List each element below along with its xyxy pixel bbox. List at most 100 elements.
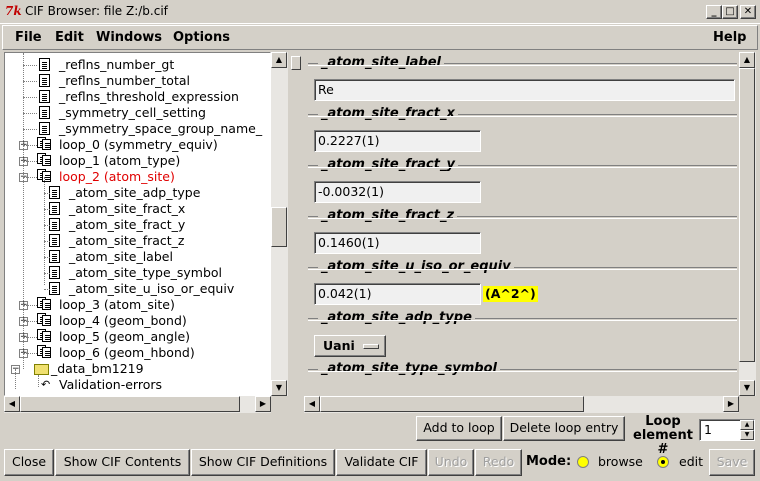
tree-item[interactable]: _symmetry_space_group_name_: [5, 121, 270, 137]
fract-x-input[interactable]: 0.2227(1): [314, 130, 481, 152]
menu-edit[interactable]: Edit: [55, 30, 84, 46]
tree-item-label[interactable]: loop_6 (geom_hbond): [59, 345, 195, 361]
tree-item-label[interactable]: loop_0 (symmetry_equiv): [59, 137, 218, 153]
tree-item[interactable]: + loop_4 (geom_bond): [5, 313, 270, 329]
undo-button[interactable]: Undo: [428, 449, 474, 476]
fields-scroll-left-button[interactable]: ◀: [304, 396, 320, 412]
tree-item-label[interactable]: loop_1 (atom_type): [59, 153, 180, 169]
tree-item-label[interactable]: _data_bm1219: [51, 361, 144, 377]
tree-horizontal-scrollbar[interactable]: ◀ ▶: [4, 396, 271, 413]
tree-connector-line: [44, 209, 50, 210]
tree-connector-line: [23, 145, 37, 146]
close-window-button[interactable]: ✕: [740, 5, 756, 19]
tree-scroll-right-button[interactable]: ▶: [255, 396, 271, 412]
tree-item[interactable]: _reflns_threshold_expression: [5, 89, 270, 105]
field-name: _atom_site_fract_z: [318, 208, 458, 224]
tree-item-label[interactable]: loop_4 (geom_bond): [59, 313, 187, 329]
tree-item[interactable]: − _data_bm1219: [5, 361, 270, 377]
menu-file[interactable]: File: [15, 30, 42, 46]
validate-cif-button[interactable]: Validate CIF: [336, 449, 427, 476]
cif-tree[interactable]: _reflns_number_gt _reflns_number_total _re…: [4, 52, 271, 396]
adp-type-option-menu[interactable]: Uani: [314, 335, 386, 357]
tree-item-label[interactable]: Validation-errors: [59, 377, 162, 393]
edit-radio-label[interactable]: edit: [679, 454, 703, 470]
tree-scroll-up-button[interactable]: ▲: [271, 52, 287, 68]
spin-down-button[interactable]: ▼: [740, 430, 754, 440]
fields-scroll-down-button[interactable]: ▼: [739, 380, 755, 396]
tree-item-label[interactable]: _reflns_number_gt: [59, 57, 174, 73]
tree-item[interactable]: + loop_3 (atom_site): [5, 297, 270, 313]
tree-item-label[interactable]: _atom_site_adp_type: [69, 185, 200, 201]
menu-help[interactable]: Help: [713, 30, 746, 46]
redo-button[interactable]: Redo: [475, 449, 522, 476]
tree-connector-line: [23, 305, 37, 306]
edit-radio[interactable]: [657, 456, 669, 468]
fract-z-input[interactable]: 0.1460(1): [314, 232, 481, 254]
tk-logo-icon: 7k: [5, 4, 22, 18]
fields-hscroll-thumb[interactable]: [320, 396, 584, 412]
field-name: _atom_site_type_symbol: [318, 361, 500, 377]
add-to-loop-button[interactable]: Add to loop: [416, 416, 502, 441]
tree-item-label[interactable]: loop_3 (atom_site): [59, 297, 175, 313]
tree-item[interactable]: _reflns_number_gt: [5, 57, 270, 73]
title-bar[interactable]: 7k CIF Browser: file Z:/b.cif _ □ ✕: [0, 0, 760, 24]
field-group-type-symbol: _atom_site_type_symbol: [308, 361, 737, 396]
close-button[interactable]: Close: [4, 449, 54, 476]
tree-item[interactable]: + loop_0 (symmetry_equiv): [5, 137, 270, 153]
tree-scroll-down-button[interactable]: ▼: [271, 380, 287, 396]
tree-item-label[interactable]: loop_5 (geom_angle): [59, 329, 190, 345]
tree-item-label[interactable]: _reflns_threshold_expression: [59, 89, 239, 105]
tree-scroll-thumb[interactable]: [271, 207, 287, 247]
tree-item[interactable]: + loop_6 (geom_hbond): [5, 345, 270, 361]
tree-item-label[interactable]: loop_2 (atom_site): [59, 169, 175, 185]
spin-up-button[interactable]: ▲: [740, 420, 754, 430]
show-cif-definitions-button[interactable]: Show CIF Definitions: [191, 449, 335, 476]
tree-item[interactable]: + loop_5 (geom_angle): [5, 329, 270, 345]
loop-element-value[interactable]: 1: [704, 422, 712, 438]
fields-horizontal-scrollbar[interactable]: ◀ ▶: [304, 396, 739, 413]
adp-type-value: Uani: [323, 338, 355, 353]
fields-vertical-scrollbar[interactable]: ▲ ▼: [739, 52, 756, 396]
fields-scroll-thumb[interactable]: [739, 68, 755, 362]
tree-item-label[interactable]: _atom_site_fract_z: [69, 233, 185, 249]
loop-element-spinbox[interactable]: 1 ▲ ▼: [699, 419, 755, 441]
menu-windows[interactable]: Windows: [96, 30, 162, 46]
document-icon: [49, 218, 60, 231]
tree-vertical-scrollbar[interactable]: ▲ ▼: [271, 52, 288, 396]
delete-loop-entry-button[interactable]: Delete loop entry: [503, 416, 625, 441]
tree-item-label[interactable]: _symmetry_cell_setting: [59, 105, 206, 121]
tree-item-label[interactable]: _atom_site_fract_x: [69, 201, 185, 217]
fields-scroll-up-button[interactable]: ▲: [739, 52, 755, 68]
tree-item-label[interactable]: _atom_site_u_iso_or_equiv: [69, 281, 234, 297]
minimize-button[interactable]: _: [706, 5, 722, 19]
browse-radio[interactable]: [577, 456, 589, 468]
browse-radio-label[interactable]: browse: [598, 454, 643, 470]
document-icon: [39, 58, 50, 71]
tree-item-label[interactable]: _reflns_number_total: [59, 73, 190, 89]
fields-scroll-right-button[interactable]: ▶: [723, 396, 739, 412]
tree-item[interactable]: ↶ Validation-errors: [5, 377, 270, 393]
tree-item-label[interactable]: _atom_site_type_symbol: [69, 265, 222, 281]
field-name: _atom_site_label: [318, 55, 444, 71]
tree-item[interactable]: _reflns_number_total: [5, 73, 270, 89]
tree-scroll-left-button[interactable]: ◀: [4, 396, 20, 412]
maximize-button[interactable]: □: [722, 5, 738, 19]
tree-item-label[interactable]: _symmetry_space_group_name_: [59, 121, 262, 137]
menu-options[interactable]: Options: [173, 30, 230, 46]
tree-hscroll-thumb[interactable]: [20, 396, 240, 412]
show-cif-contents-button[interactable]: Show CIF Contents: [55, 449, 190, 476]
atom-site-label-input[interactable]: Re: [314, 79, 735, 101]
u-iso-input[interactable]: 0.042(1): [314, 283, 481, 305]
validation-arrow-icon: ↶: [41, 378, 51, 391]
save-button[interactable]: Save: [709, 449, 755, 476]
field-name: _atom_site_fract_y: [318, 157, 458, 173]
menu-bar: File Edit Windows Options Help: [2, 25, 758, 50]
tree-item[interactable]: + loop_1 (atom_type): [5, 153, 270, 169]
tree-connector-line: [23, 81, 37, 82]
tree-item[interactable]: _symmetry_cell_setting: [5, 105, 270, 121]
tree-item-label[interactable]: _atom_site_label: [69, 249, 173, 265]
fract-y-input[interactable]: -0.0032(1): [314, 181, 481, 203]
tree-item-label[interactable]: _atom_site_fract_y: [69, 217, 185, 233]
pane-sash-handle[interactable]: [291, 56, 301, 70]
document-icon: [49, 234, 60, 247]
